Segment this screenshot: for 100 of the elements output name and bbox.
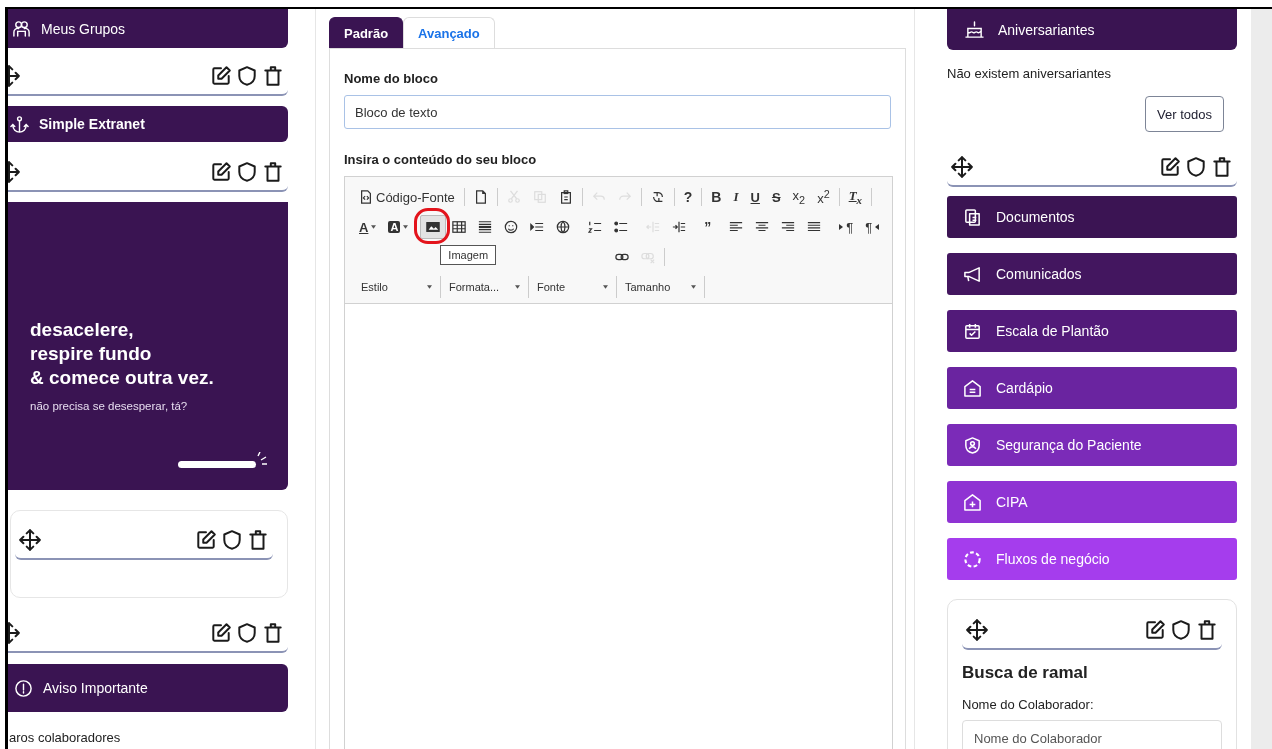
group-icon xyxy=(12,19,31,38)
new-page-icon xyxy=(473,190,488,204)
menu-item[interactable]: Escala de Plantão xyxy=(947,310,1237,352)
shield-icon[interactable] xyxy=(221,529,243,551)
horizontal-line-icon xyxy=(478,220,493,234)
menu-item-label: CIPA xyxy=(996,494,1028,510)
caret-icon xyxy=(691,285,696,289)
shield-icon[interactable] xyxy=(1185,156,1207,178)
banner-subtitle: não precisa se desesperar, tá? xyxy=(30,400,188,412)
field-label: Insira o conteúdo do seu bloco xyxy=(344,152,537,167)
caret-icon xyxy=(515,285,520,289)
remove-format-button[interactable]: T$_{x}$ xyxy=(842,185,869,209)
input-field[interactable]: Bloco de texto xyxy=(344,95,891,129)
edit-icon[interactable] xyxy=(210,161,232,183)
input-field[interactable]: Nome do Colaborador xyxy=(962,720,1222,749)
trash-icon[interactable] xyxy=(262,161,284,183)
trash-icon[interactable] xyxy=(1196,619,1218,641)
source-button[interactable]: Código-Fonte xyxy=(353,185,461,209)
shield-icon[interactable] xyxy=(236,622,258,644)
section-title: Aniversariantes xyxy=(998,21,1095,38)
shield-icon[interactable] xyxy=(236,65,258,87)
field-label: Nome do bloco xyxy=(344,71,438,86)
shield-user-icon xyxy=(963,435,982,455)
view-all-button[interactable]: Ver todos xyxy=(1145,96,1224,132)
footer-text: aros colaboradores xyxy=(9,730,122,745)
bulleted-list-icon xyxy=(614,220,629,234)
menu-item-label: Comunicados xyxy=(996,266,1082,282)
image-icon xyxy=(426,220,441,234)
align-right-icon xyxy=(781,220,796,234)
move-handle-icon[interactable] xyxy=(19,529,41,551)
toolbar-dropdown[interactable]: Estilo xyxy=(353,276,441,298)
menu-item[interactable]: Documentos xyxy=(947,196,1237,238)
move-handle-icon[interactable] xyxy=(951,156,973,178)
left-to-right-button[interactable]: ¶ xyxy=(833,215,860,239)
blockquote-button[interactable]: ” xyxy=(698,215,718,239)
banner-headline: desacelere, respire fundo & comece outra vez. xyxy=(30,318,214,390)
unlink-icon xyxy=(641,250,655,264)
anchor-icon xyxy=(10,114,29,134)
menu-item-label: Escala de Plantão xyxy=(996,323,1109,339)
trash-icon[interactable] xyxy=(1211,156,1233,178)
tab[interactable]: Padrão xyxy=(329,17,404,48)
dashed-circle-icon xyxy=(963,549,982,569)
edit-icon[interactable] xyxy=(210,622,232,644)
section-title: Simple Extranet xyxy=(39,116,145,132)
strike-button[interactable]: S xyxy=(765,185,787,209)
menu-item-label: Cardápio xyxy=(996,380,1053,396)
italic-button[interactable]: I xyxy=(727,185,745,209)
toolbar-dropdown[interactable]: Formata... xyxy=(441,276,529,298)
tooltip: Imagem xyxy=(440,245,497,265)
caret-icon xyxy=(371,225,377,229)
copy-icon xyxy=(532,190,547,204)
menu-item[interactable]: CIPA xyxy=(947,481,1237,523)
edit-icon[interactable] xyxy=(1144,619,1166,641)
table-icon xyxy=(452,220,467,234)
background-color-button[interactable]: A xyxy=(382,215,415,239)
calendar-check-icon xyxy=(963,321,982,341)
edit-icon[interactable] xyxy=(1159,156,1181,178)
house-plus-icon xyxy=(963,492,982,512)
section-title: Aviso Importante xyxy=(43,680,148,696)
toolbar-dropdown[interactable]: Fonte xyxy=(529,276,617,298)
left-to-right-icon xyxy=(839,224,844,230)
source-icon xyxy=(359,190,373,204)
edit-icon[interactable] xyxy=(210,65,232,87)
menu-item-label: Documentos xyxy=(996,209,1075,225)
tab[interactable]: Avançado xyxy=(403,17,495,48)
menu-item[interactable]: Cardápio xyxy=(947,367,1237,409)
text-color-button[interactable]: A xyxy=(353,215,383,239)
paste-icon xyxy=(558,190,573,204)
caret-icon xyxy=(603,285,608,289)
toolbar-dropdown[interactable]: Tamanho xyxy=(617,276,705,298)
caret-icon xyxy=(403,225,409,229)
menu-item[interactable]: Comunicados xyxy=(947,253,1237,295)
align-left-icon xyxy=(729,220,744,234)
menu-item-label: Fluxos de negócio xyxy=(996,551,1110,567)
subscript-button[interactable]: x$_{2}$ xyxy=(786,185,812,209)
edit-icon[interactable] xyxy=(195,529,217,551)
trash-icon[interactable] xyxy=(262,65,284,87)
trash-icon[interactable] xyxy=(262,622,284,644)
menu-item[interactable]: Segurança do Paciente xyxy=(947,424,1237,466)
bold-button[interactable]: B xyxy=(705,185,728,209)
right-to-left-icon xyxy=(875,224,880,230)
help-button[interactable]: ? xyxy=(677,185,699,209)
megaphone-icon xyxy=(963,264,982,284)
smiley-icon xyxy=(504,220,519,234)
superscript-button[interactable]: x$^{2}$ xyxy=(811,185,836,209)
cut-icon xyxy=(506,190,521,204)
field-label: Nome do Colaborador: xyxy=(962,697,1094,712)
align-center-icon xyxy=(755,220,770,234)
shield-icon[interactable] xyxy=(236,161,258,183)
documents-icon xyxy=(963,207,982,227)
right-to-left-button[interactable]: ¶ xyxy=(859,215,886,239)
alert-circle-icon xyxy=(14,678,33,698)
underline-button[interactable]: U xyxy=(744,185,766,209)
globe-icon xyxy=(556,220,571,234)
move-handle-icon[interactable] xyxy=(966,619,988,641)
trash-icon[interactable] xyxy=(247,529,269,551)
shield-icon[interactable] xyxy=(1170,619,1192,641)
menu-item[interactable]: Fluxos de negócio xyxy=(947,538,1237,580)
card-title: Busca de ramal xyxy=(962,663,1088,683)
image-button[interactable] xyxy=(420,215,447,239)
